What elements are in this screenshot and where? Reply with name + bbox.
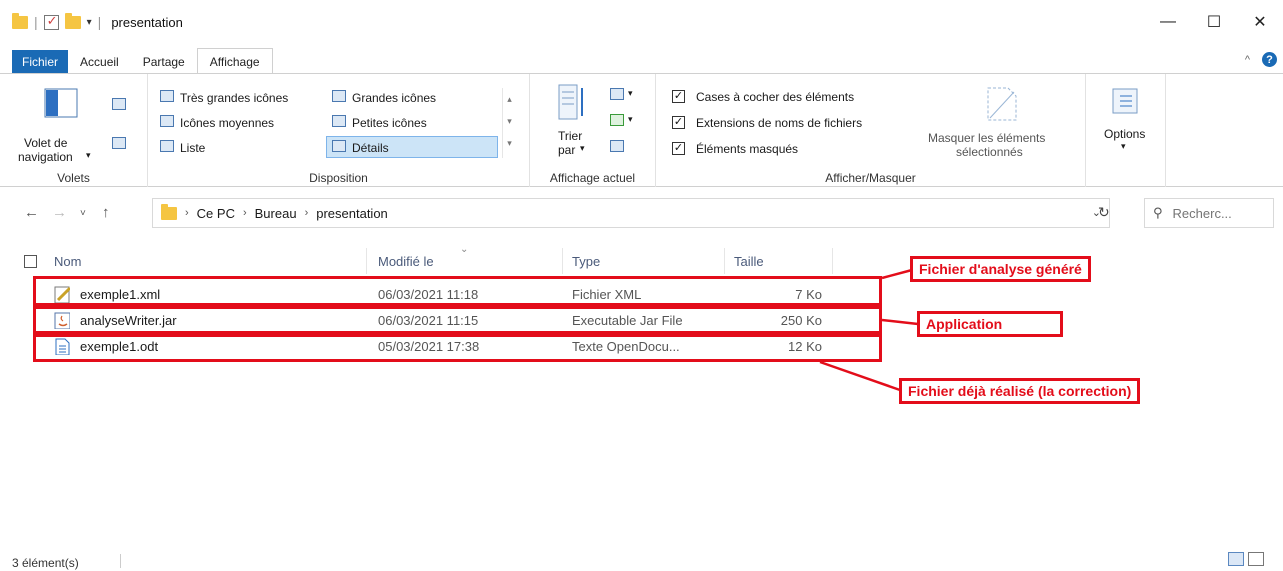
small-icons-icon	[332, 115, 346, 127]
annotation-correction-file: Fichier déjà réalisé (la correction)	[899, 378, 1141, 404]
properties-icon[interactable]	[43, 13, 59, 30]
select-all-checkbox[interactable]	[24, 255, 37, 268]
item-checkboxes-label: Cases à cocher des éléments	[696, 90, 855, 104]
column-size[interactable]: Taille	[734, 254, 764, 269]
layout-details[interactable]: Détails	[352, 141, 389, 155]
details-icon	[332, 140, 346, 152]
column-name[interactable]: Nom	[54, 254, 81, 269]
group-affichage-actuel: Trier par ▾ ▾ ▾ Affichage actuel	[530, 74, 656, 187]
close-button[interactable]: ✕	[1237, 0, 1283, 44]
group-afficher-masquer: ✓ Cases à cocher des éléments ✓ Extensio…	[656, 74, 1086, 187]
annotation-generated-file: Fichier d'analyse généré	[910, 256, 1091, 282]
file-extensions-label: Extensions de noms de fichiers	[696, 116, 863, 130]
annotation-box-xml	[33, 276, 882, 306]
layout-scroll[interactable]: ▴ ▾ ▾	[502, 88, 516, 158]
hidden-items-label: Éléments masqués	[696, 142, 799, 156]
extra-large-icons-icon	[160, 90, 174, 102]
hide-selected-icon	[987, 87, 1017, 121]
details-pane-icon[interactable]	[112, 137, 126, 149]
group-options: Options ▾	[1086, 74, 1166, 187]
tab-affichage[interactable]: Affichage	[196, 48, 273, 74]
group-by-icon[interactable]	[610, 88, 624, 100]
options-dropdown-icon: ▾	[1121, 141, 1126, 151]
layout-extra-large-icons[interactable]: Très grandes icônes	[180, 91, 288, 105]
group-label-afficher-masquer: Afficher/Masquer	[825, 171, 916, 185]
collapse-ribbon-icon[interactable]: ^	[1245, 54, 1250, 66]
sort-dropdown-icon: ▾	[580, 143, 585, 153]
sort-label-2: par	[558, 143, 576, 157]
hide-selected-label-2: sélectionnés	[956, 145, 1023, 159]
search-input[interactable]	[1172, 205, 1259, 221]
tab-fichier[interactable]: Fichier	[12, 50, 69, 74]
options-label: Options	[1104, 127, 1146, 141]
navigation-pane-button[interactable]: Volet de navigation ▾	[10, 80, 100, 164]
up-arrow-icon[interactable]: ↑	[102, 204, 110, 221]
folder-icon	[12, 12, 28, 29]
hide-selected-button[interactable]: Masquer les éléments sélectionnés	[924, 82, 1074, 162]
group-label-disposition: Disposition	[309, 171, 368, 185]
group-label-affichage-actuel: Affichage actuel	[549, 171, 636, 185]
annotation-box-jar	[33, 306, 882, 334]
customize-dropdown-icon[interactable]: ▾	[87, 17, 92, 28]
new-folder-icon[interactable]	[64, 12, 81, 29]
list-icon	[160, 140, 174, 152]
sort-label-1: Trier	[558, 129, 583, 143]
add-columns-icon[interactable]	[610, 114, 624, 126]
layout-small-icons[interactable]: Petites icônes	[352, 116, 427, 130]
details-view-button[interactable]	[1228, 552, 1244, 566]
forward-arrow-icon[interactable]: →	[52, 204, 67, 221]
nav-pane-dropdown-icon: ▾	[86, 150, 91, 160]
navigation-pane-icon	[44, 88, 78, 118]
back-arrow-icon[interactable]: ←	[24, 204, 39, 221]
recent-locations-icon[interactable]: ˅	[80, 208, 86, 219]
ribbon: Volet de navigation ▾ Volets Très grande…	[0, 73, 1283, 187]
sort-icon	[558, 84, 583, 120]
annotation-application: Application	[917, 311, 1063, 337]
nav-pane-label-1: Volet de	[24, 136, 68, 150]
nav-pane-label-2: navigation	[18, 150, 73, 164]
search-box[interactable]: ⚲	[1144, 198, 1274, 228]
layout-list[interactable]: Liste	[180, 141, 205, 155]
group-volets: Volet de navigation ▾ Volets	[0, 74, 148, 187]
breadcrumb-presentation[interactable]: presentation	[316, 206, 388, 221]
item-checkboxes-checkbox[interactable]: ✓	[672, 90, 685, 103]
preview-pane-icon[interactable]	[112, 98, 126, 110]
ribbon-tabs: Fichier Accueil Partage Affichage ^ ?	[0, 48, 1283, 74]
tab-partage[interactable]: Partage	[131, 50, 197, 74]
breadcrumb-bureau[interactable]: Bureau	[255, 206, 297, 221]
title-bar: | ▾ | presentation — ☐ ✕	[0, 0, 1283, 44]
breadcrumb-ce-pc[interactable]: Ce PC	[197, 206, 235, 221]
large-icons-icon	[332, 90, 346, 102]
window-title: presentation	[111, 14, 183, 30]
options-button[interactable]: Options ▾	[1094, 84, 1158, 160]
sort-by-button[interactable]: Trier par ▾	[550, 82, 596, 162]
column-type[interactable]: Type	[572, 254, 600, 269]
sort-indicator-icon: ⌄	[460, 244, 469, 255]
group-disposition: Très grandes icônes Grandes icônes Icône…	[148, 74, 530, 187]
medium-icons-icon	[160, 115, 174, 127]
help-icon[interactable]: ?	[1262, 52, 1277, 67]
search-icon: ⚲	[1153, 205, 1163, 220]
hide-selected-label-1: Masquer les éléments	[928, 131, 1046, 145]
minimize-button[interactable]: —	[1145, 0, 1191, 44]
quick-access-toolbar: | ▾ | presentation	[12, 12, 183, 30]
address-bar[interactable]: › Ce PC › Bureau › presentation ⌄	[152, 198, 1110, 228]
status-item-count: 3 élément(s)	[12, 556, 79, 570]
hidden-items-checkbox[interactable]: ✓	[672, 142, 685, 155]
file-extensions-checkbox[interactable]: ✓	[672, 116, 685, 129]
refresh-icon[interactable]: ↻	[1098, 204, 1110, 221]
annotation-box-odt	[33, 334, 882, 362]
options-icon	[1112, 88, 1138, 114]
large-icons-view-button[interactable]	[1248, 552, 1264, 566]
maximize-button[interactable]: ☐	[1191, 0, 1237, 44]
address-folder-icon	[161, 203, 177, 220]
column-modified[interactable]: Modifié le	[378, 254, 434, 269]
navigation-bar: ← → ˅ ↑ › Ce PC › Bureau › presentation …	[0, 198, 1283, 230]
layout-large-icons[interactable]: Grandes icônes	[352, 91, 436, 105]
tab-accueil[interactable]: Accueil	[68, 50, 131, 74]
group-label-volets: Volets	[57, 171, 90, 185]
fit-columns-icon[interactable]	[610, 140, 624, 152]
layout-medium-icons[interactable]: Icônes moyennes	[180, 116, 274, 130]
